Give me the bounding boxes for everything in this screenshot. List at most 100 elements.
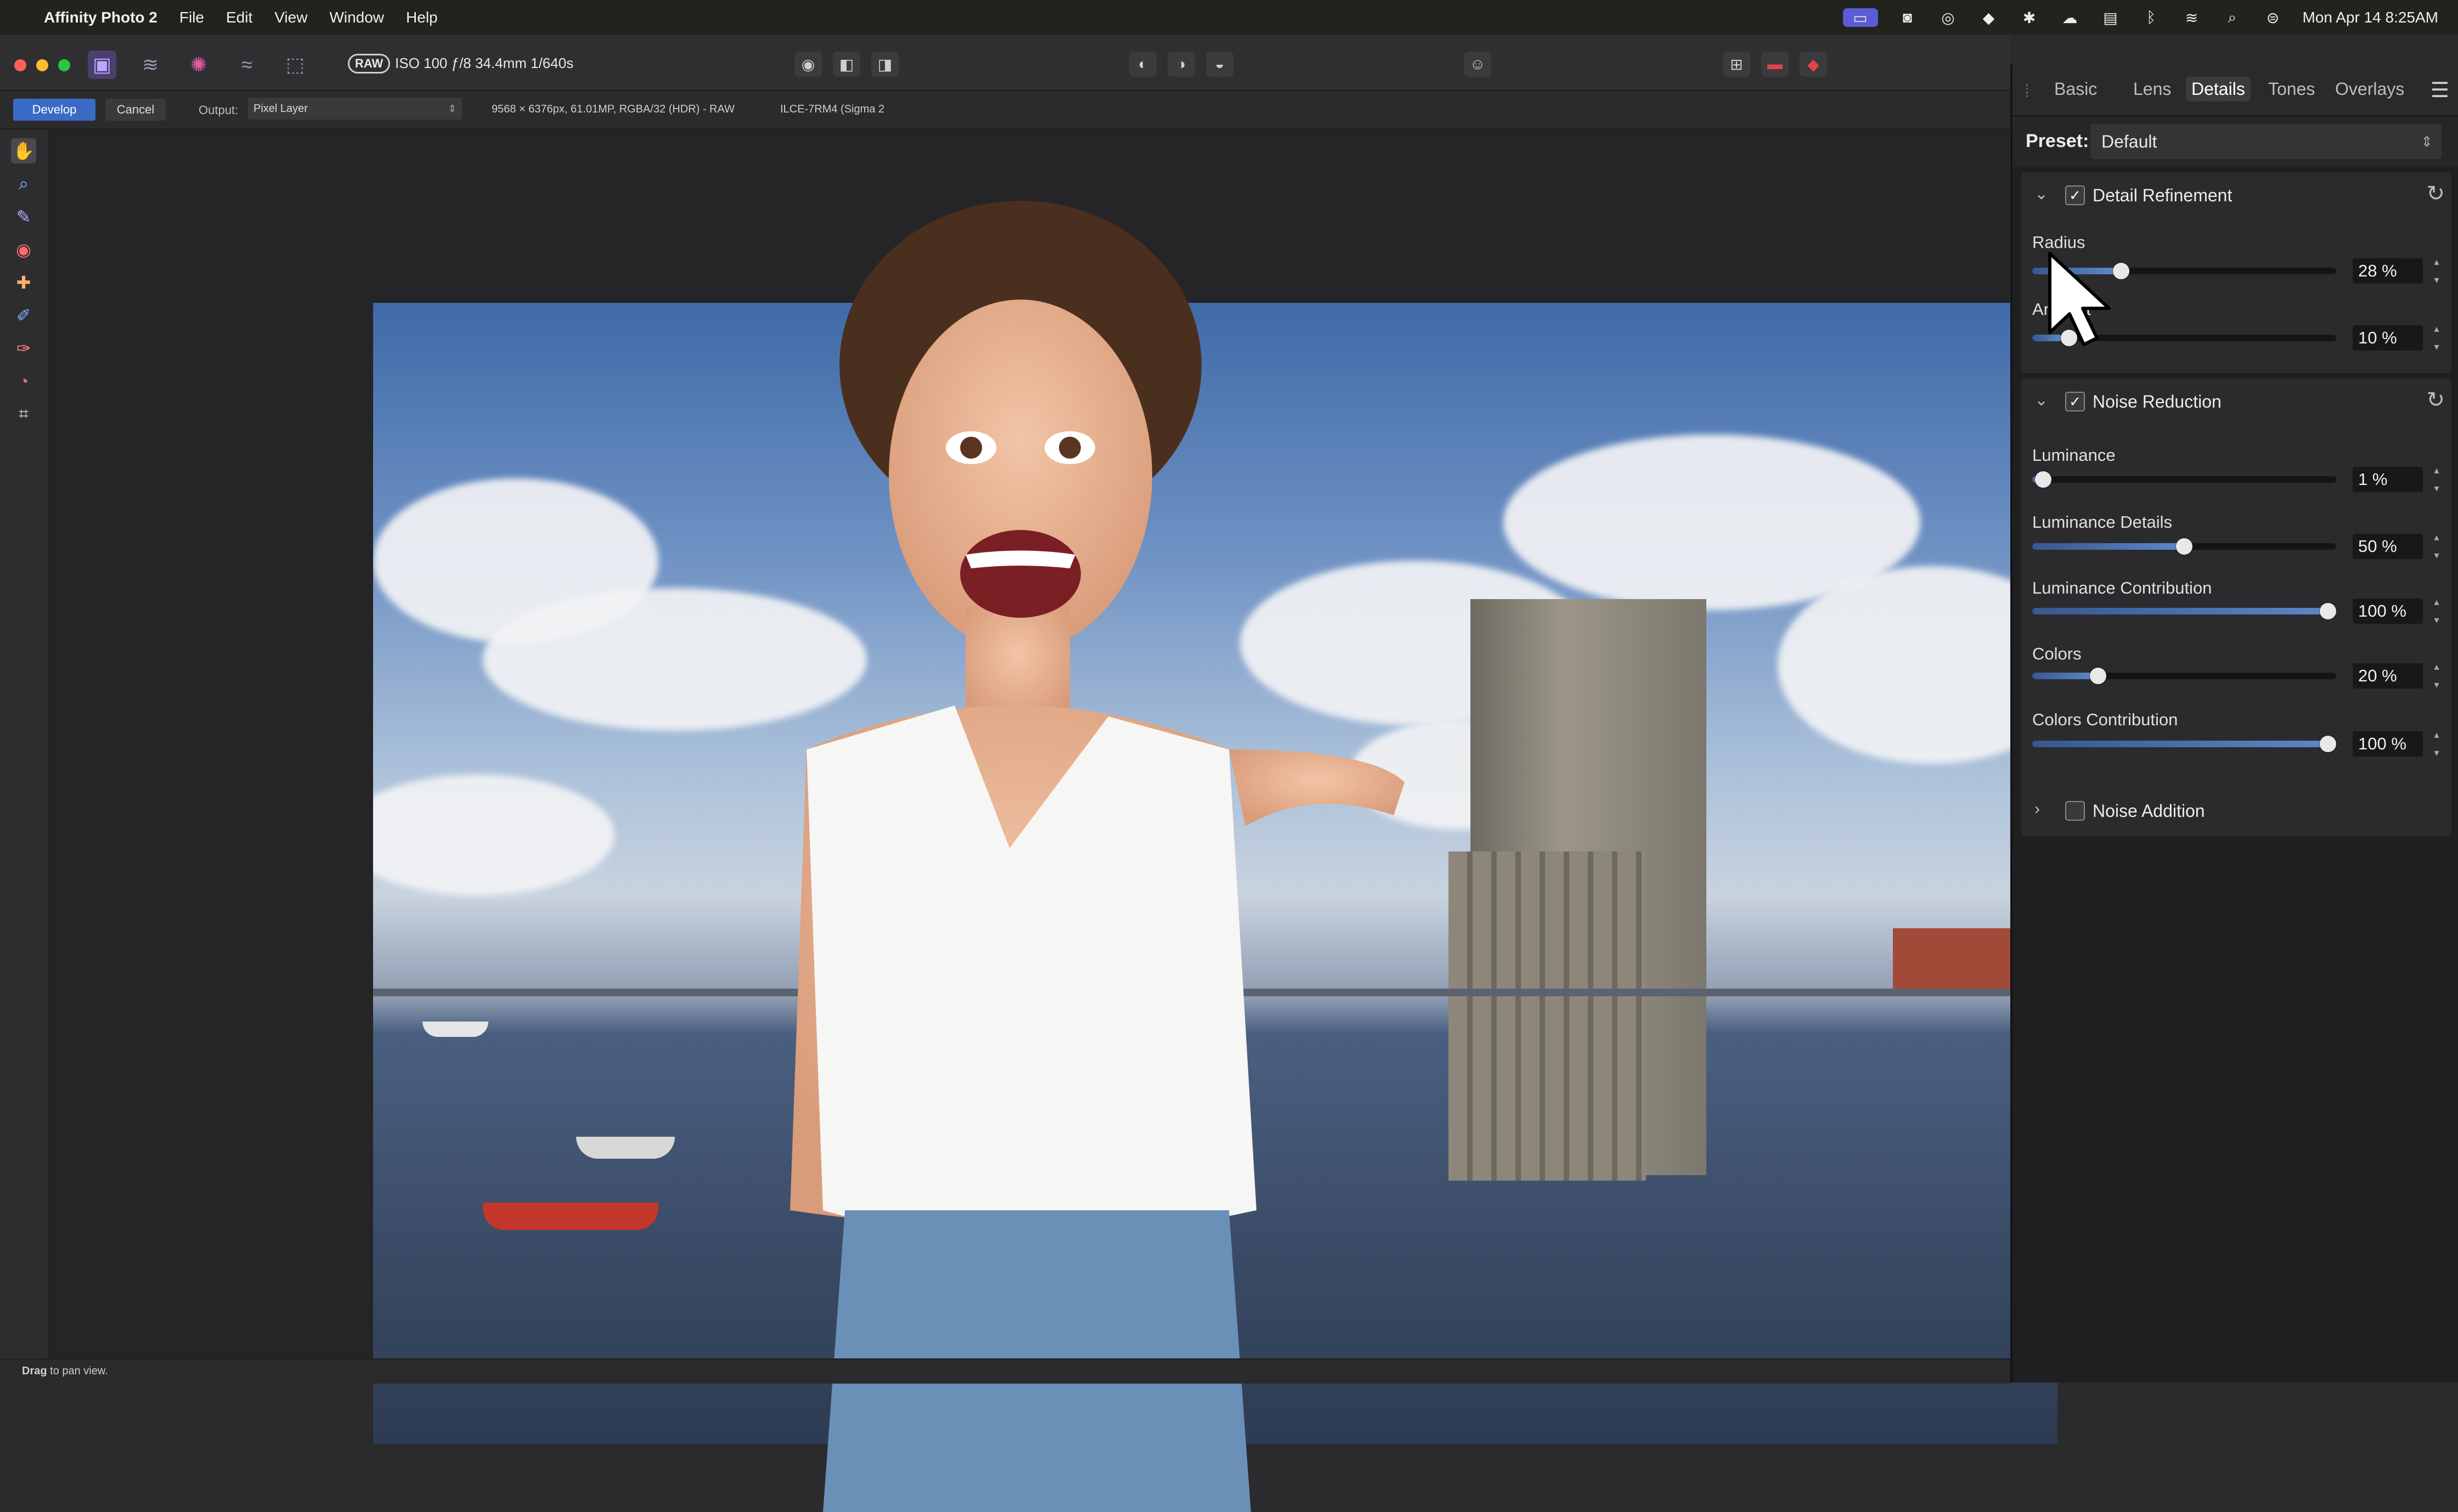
reset-icon[interactable]: ↻ (2426, 387, 2445, 413)
develop-button[interactable]: Develop (13, 99, 95, 121)
close-window-button[interactable] (14, 59, 26, 71)
luminance-details-stepper[interactable]: ▴ ▾ (2429, 532, 2444, 561)
tab-overlays[interactable]: Overlays (2330, 77, 2410, 101)
white-balance-tool-icon[interactable]: ✎ (11, 204, 36, 229)
colors-slider-knob[interactable] (2089, 668, 2106, 684)
display-icon[interactable]: ▤ (2100, 8, 2122, 27)
dropbox-icon[interactable]: ◆ (1978, 8, 2000, 27)
view-mode-icon[interactable]: ◉ (794, 52, 822, 77)
colors-stepper[interactable]: ▴ ▾ (2429, 661, 2444, 691)
radius-label: Radius (2032, 233, 2085, 252)
luminance-slider-track[interactable] (2032, 476, 2336, 483)
chevron-updown-icon: ⇕ (2421, 133, 2433, 150)
tab-tones[interactable]: Tones (2263, 77, 2320, 101)
overlay-paint-tool-icon[interactable]: ✐ (11, 303, 36, 328)
clipping-shadows-icon[interactable]: ◒ (1206, 52, 1233, 77)
noise-addition-header[interactable]: › ✓ Noise Addition (2021, 788, 2451, 834)
wifi-icon[interactable]: ≋ (2181, 8, 2203, 27)
tab-basic[interactable]: Basic (2049, 77, 2102, 101)
luminance-contribution-stepper[interactable]: ▴ ▾ (2429, 596, 2444, 626)
assistant-icon[interactable]: ☺ (1464, 52, 1491, 77)
cloud-status-icon[interactable]: ☁ (2059, 8, 2081, 27)
colors-contribution-value[interactable]: 100 % (2353, 731, 2423, 757)
clipping-highlights-icon[interactable]: ◐ (1129, 52, 1157, 77)
control-center-icon[interactable]: ⊜ (2262, 8, 2284, 27)
document-canvas[interactable] (49, 129, 2057, 1512)
preset-row: Preset: Default ⇕ (2012, 116, 2458, 167)
colors-value[interactable]: 20 % (2353, 663, 2423, 689)
minimize-window-button[interactable] (36, 59, 48, 71)
camera-icon[interactable]: ◙ (1897, 8, 1919, 27)
screen-share-icon[interactable]: ▭ (1842, 8, 1878, 27)
color-format-icon[interactable]: ▬ (1761, 52, 1789, 77)
luminance-stepper[interactable]: ▴ ▾ (2429, 465, 2444, 494)
mirror-view-icon[interactable]: ◨ (871, 52, 899, 77)
red-eye-tool-icon[interactable]: ◉ (11, 237, 36, 262)
tone-mapping-persona-icon[interactable]: ≈ (233, 50, 261, 79)
clipping-midtones-icon[interactable]: ◑ (1168, 52, 1195, 77)
bluetooth-icon[interactable]: ᛒ (2140, 8, 2162, 27)
menubar-clock[interactable]: Mon Apr 14 8:25AM (2303, 9, 2438, 26)
zoom-tool-icon[interactable]: ⌕ (11, 171, 36, 196)
app-menu[interactable]: Affinity Photo 2 (44, 9, 157, 26)
radius-stepper[interactable]: ▴ ▾ (2429, 256, 2444, 286)
luminance-slider-knob[interactable] (2035, 471, 2052, 488)
menu-view[interactable]: View (274, 9, 307, 26)
develop-persona-icon[interactable]: ✺ (184, 50, 213, 79)
colors-contribution-stepper[interactable]: ▴ ▾ (2429, 729, 2444, 759)
noise-reduction-header[interactable]: ⌄ ✓ Noise Reduction ↻ (2021, 379, 2451, 425)
spotlight-search-icon[interactable]: ⌕ (2222, 8, 2243, 27)
amount-stepper[interactable]: ▴ ▾ (2429, 323, 2444, 353)
menu-help[interactable]: Help (406, 9, 438, 26)
selection-mode-icon[interactable]: ◆ (1800, 52, 1827, 77)
creative-cloud-icon[interactable]: ◎ (1937, 8, 1959, 27)
radius-slider-knob[interactable] (2112, 263, 2129, 279)
overlay-gradient-tool-icon[interactable]: ◔ (11, 369, 36, 394)
noise-addition-checkbox[interactable]: ✓ (2065, 801, 2085, 821)
detail-refinement-header[interactable]: ⌄ ✓ Detail Refinement ↻ (2021, 172, 2451, 218)
blemish-removal-tool-icon[interactable]: ✚ (11, 270, 36, 295)
luminance-contribution-value[interactable]: 100 % (2353, 599, 2423, 624)
cancel-button[interactable]: Cancel (105, 99, 166, 121)
colors-slider-track[interactable] (2032, 673, 2336, 679)
tab-details[interactable]: Details (2186, 77, 2251, 101)
detail-refinement-checkbox[interactable]: ✓ (2065, 185, 2085, 205)
menu-edit[interactable]: Edit (226, 9, 252, 26)
noise-reduction-checkbox[interactable]: ✓ (2065, 392, 2085, 411)
luminance-contribution-slider-track[interactable] (2032, 608, 2336, 614)
luminance-details-value[interactable]: 50 % (2353, 534, 2423, 559)
preset-label: Preset: (2026, 131, 2089, 151)
luminance-value[interactable]: 1 % (2353, 467, 2423, 492)
snapping-icon[interactable]: ⊞ (1723, 52, 1750, 77)
tab-lens[interactable]: Lens (2128, 77, 2177, 101)
colors-contribution-slider-knob[interactable] (2320, 736, 2336, 752)
chevron-down-icon[interactable]: ⌄ (2034, 391, 2048, 410)
menu-window[interactable]: Window (329, 9, 384, 26)
split-view-icon[interactable]: ◧ (833, 52, 860, 77)
zoom-window-button[interactable] (58, 59, 70, 71)
chevron-right-icon[interactable]: › (2034, 800, 2040, 819)
luminance-details-slider-knob[interactable] (2176, 538, 2192, 555)
exif-readout: ISO 100 ƒ/8 34.4mm 1/640s (395, 55, 574, 71)
amount-value[interactable]: 10 % (2353, 325, 2423, 351)
luminance-contribution-slider-knob[interactable] (2320, 603, 2336, 619)
noise-reduction-section: ⌄ ✓ Noise Reduction ↻ Luminance 1 % ▴ ▾ L… (2021, 379, 2451, 836)
app-status-icon[interactable]: ✱ (2019, 8, 2040, 27)
reset-icon[interactable]: ↻ (2426, 181, 2445, 206)
overlay-erase-tool-icon[interactable]: ✑ (11, 336, 36, 361)
hand-tool-icon[interactable]: ✋ (11, 138, 36, 163)
colors-contribution-slider-track[interactable] (2032, 741, 2336, 747)
panel-menu-icon[interactable]: ☰ (2431, 78, 2449, 103)
preset-select[interactable]: Default ⇕ (2090, 124, 2442, 159)
crop-tool-icon[interactable]: ⌗ (11, 402, 36, 427)
radius-value[interactable]: 28 % (2353, 258, 2423, 284)
chevron-down-icon[interactable]: ⌄ (2034, 184, 2048, 204)
export-persona-icon[interactable]: ⬚ (281, 50, 309, 79)
preset-select-value: Default (2101, 132, 2157, 151)
context-toolbar: Develop Cancel Output: Pixel Layer ⇕ 956… (0, 91, 2010, 129)
menu-file[interactable]: File (179, 9, 204, 26)
photo-persona-icon[interactable]: ▣ (88, 50, 116, 79)
liquify-persona-icon[interactable]: ≋ (136, 50, 165, 79)
output-select[interactable]: Pixel Layer ⇕ (248, 98, 462, 120)
panel-grip-icon[interactable]: ⁞ (2025, 81, 2029, 101)
